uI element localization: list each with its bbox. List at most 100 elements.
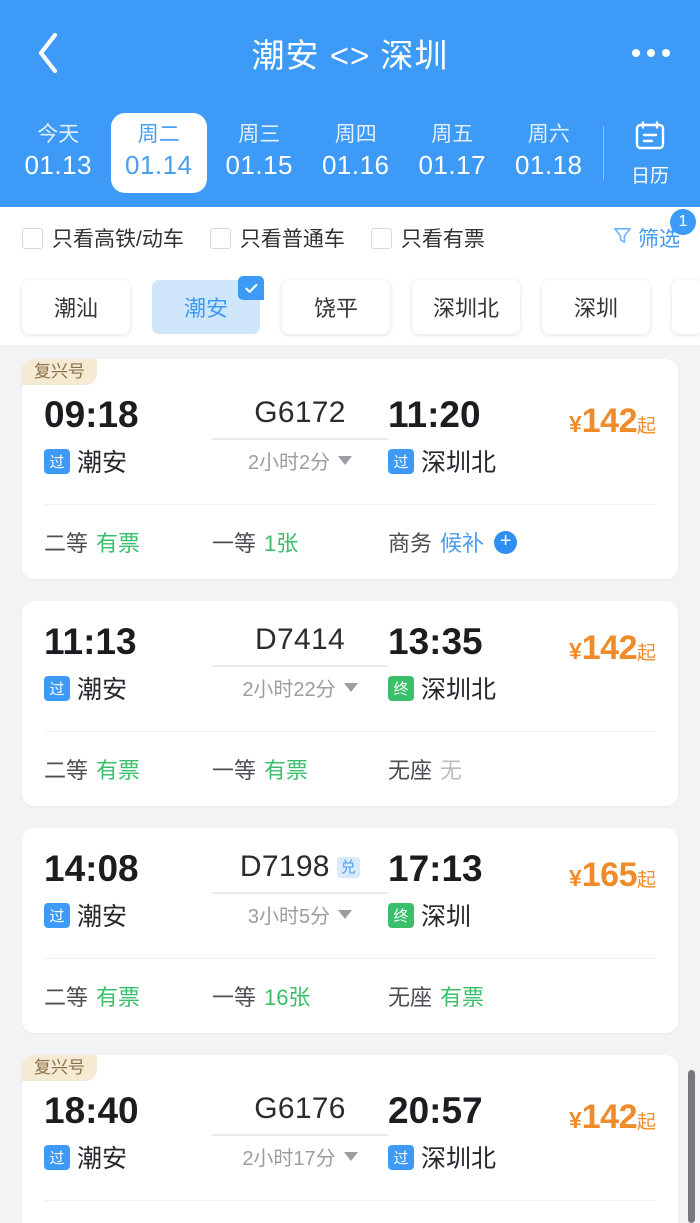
date-tab-0[interactable]: 今天 01.13	[10, 113, 107, 193]
arrival-station: 深圳	[421, 903, 472, 932]
calendar-icon	[633, 118, 667, 157]
price-suffix: 起	[636, 643, 656, 664]
duration-toggle[interactable]: 2小时22分	[242, 673, 358, 702]
checkbox-normal-train[interactable]: 只看普通车	[209, 223, 345, 253]
date-tab-3[interactable]: 周四 01.16	[308, 113, 405, 193]
train-card[interactable]: 复兴号 18:40 过 潮安 G6176 2小时17分 20:57 过 深圳北 …	[22, 1055, 678, 1223]
calendar-label: 日历	[630, 166, 669, 187]
seat-availability-row: 二等 有票 一等 16张 无座 有票	[22, 959, 678, 1033]
seat-class-2[interactable]: 无座 有票	[388, 980, 484, 1012]
station-chip-3[interactable]: 深圳北	[412, 280, 520, 334]
station-chip-label: 饶平	[313, 296, 358, 321]
date-tab-5[interactable]: 周六 01.18	[501, 113, 598, 193]
vertical-scrollbar[interactable]	[688, 1070, 695, 1223]
train-type-tag: 复兴号	[22, 359, 97, 385]
date-tab-4[interactable]: 周五 01.17	[404, 113, 501, 193]
checkbox-box-icon[interactable]	[22, 227, 43, 249]
seat-class-0[interactable]: 二等 有票	[44, 526, 212, 558]
seat-class-name: 一等	[212, 985, 257, 1010]
train-card[interactable]: 11:13 过 潮安 D7414 2小时22分 13:35 终 深圳北 ¥142…	[22, 601, 678, 806]
date-tab-1[interactable]: 周二 01.14	[110, 112, 207, 194]
checkbox-box-icon[interactable]	[370, 227, 392, 249]
station-chip-4[interactable]: 深圳	[542, 280, 650, 334]
departure-time: 14:08	[44, 848, 139, 889]
arrival-station-line: 过 深圳北	[388, 1139, 556, 1175]
duration-label: 2小时2分	[247, 452, 331, 474]
price-amount: 142	[581, 629, 638, 667]
seat-class-1[interactable]: 一等 1张	[212, 526, 388, 558]
seat-class-status: 16张	[264, 985, 311, 1010]
price-display: ¥142起	[569, 1098, 656, 1136]
train-number-wrap: D7198 兑	[240, 850, 361, 884]
add-waitlist-icon[interactable]: +	[494, 530, 518, 554]
seat-class-name: 二等	[44, 985, 89, 1010]
seat-class-0[interactable]: 二等 有票	[44, 980, 212, 1012]
station-type-badge: 过	[44, 675, 70, 701]
calendar-button[interactable]: 日历	[608, 118, 692, 188]
checkbox-high-speed[interactable]: 只看高铁/动车	[22, 223, 184, 253]
departure-column: 09:18 过 潮安	[44, 394, 212, 479]
date-tab-dow: 今天	[37, 122, 80, 146]
seat-class-name: 二等	[44, 531, 89, 556]
arrival-column: 13:35 终 深圳北	[388, 621, 556, 706]
departure-station: 潮安	[77, 449, 128, 478]
arrival-station-line: 过 深圳北	[388, 443, 556, 479]
seat-class-2[interactable]: 无座 无	[388, 753, 462, 785]
seat-class-name: 商务	[388, 531, 433, 556]
departure-station: 潮安	[77, 903, 128, 932]
seat-class-1[interactable]: 一等 16张	[212, 980, 388, 1012]
station-chip-2[interactable]: 饶平	[282, 280, 390, 334]
departure-time: 09:18	[44, 394, 139, 435]
seat-class-1[interactable]: 一等 有票	[212, 753, 388, 785]
station-chip-overflow[interactable]	[672, 280, 700, 334]
duration-label: 2小时22分	[242, 679, 336, 701]
duration-label: 3小时5分	[247, 906, 331, 928]
departure-station-line: 过 潮安	[44, 897, 212, 933]
date-tab-dow: 周六	[527, 122, 570, 146]
seat-class-name: 一等	[212, 758, 257, 783]
seat-class-status: 有票	[96, 531, 141, 556]
price-amount: 142	[581, 1098, 638, 1136]
departure-station-line: 过 潮安	[44, 670, 212, 706]
seat-class-status: 有票	[96, 758, 141, 783]
check-icon	[238, 276, 264, 300]
date-tab-dow: 周五	[431, 122, 474, 146]
ellipsis-icon[interactable]	[626, 39, 676, 67]
currency-symbol: ¥	[568, 865, 582, 891]
train-number-column: D7414 2小时22分	[212, 621, 388, 702]
station-chip-row[interactable]: 潮汕 潮安 饶平 深圳北 深圳	[0, 269, 700, 345]
departure-time: 18:40	[44, 1090, 139, 1131]
filter-badge: 1	[670, 209, 696, 235]
seat-class-name: 一等	[212, 531, 257, 556]
date-tab-2[interactable]: 周三 01.15	[211, 113, 308, 193]
chevron-down-icon	[338, 456, 353, 465]
filter-bar: 只看高铁/动车 只看普通车 只看有票 筛选 1	[0, 207, 700, 269]
duration-toggle[interactable]: 2小时2分	[247, 446, 353, 475]
train-number-column: G6172 2小时2分	[212, 394, 388, 475]
app-header: 潮安 <> 深圳 今天 01.13 周二 01.14 周三 01.15 周四 0…	[0, 0, 700, 207]
station-chip-1[interactable]: 潮安	[152, 276, 264, 334]
train-card[interactable]: 复兴号 09:18 过 潮安 G6172 2小时2分 11:20 过 深圳北 ¥…	[22, 359, 678, 579]
arrival-column: 17:13 终 深圳	[388, 848, 556, 933]
train-card[interactable]: 14:08 过 潮安 D7198 兑 3小时5分 17:13 终 深圳 ¥165…	[22, 828, 678, 1033]
train-search-results-screen: 潮安 <> 深圳 今天 01.13 周二 01.14 周三 01.15 周四 0…	[0, 0, 700, 1223]
back-icon[interactable]	[26, 29, 70, 77]
exchange-badge: 兑	[336, 856, 361, 878]
price-suffix: 起	[636, 416, 656, 437]
duration-toggle[interactable]: 3小时5分	[247, 900, 353, 929]
filter-button[interactable]: 筛选 1	[612, 209, 696, 253]
date-selector-strip: 今天 01.13 周二 01.14 周三 01.15 周四 01.16 周五 0…	[0, 105, 700, 201]
checkbox-box-icon[interactable]	[209, 227, 231, 249]
station-chip-0[interactable]: 潮汕	[22, 280, 130, 334]
date-tabs: 今天 01.13 周二 01.14 周三 01.15 周四 01.16 周五 0…	[10, 112, 598, 194]
departure-station-line: 过 潮安	[44, 443, 212, 479]
seat-class-2[interactable]: 商务 候补 +	[388, 526, 518, 558]
duration-toggle[interactable]: 2小时17分	[242, 1142, 358, 1171]
date-tab-date: 01.14	[124, 149, 193, 180]
seat-availability-row: 二等 有票 一等 有票 无座 无	[22, 732, 678, 806]
arrival-station-line: 终 深圳	[388, 897, 556, 933]
arrival-station: 深圳北	[421, 449, 497, 478]
checkbox-has-tickets[interactable]: 只看有票	[370, 223, 485, 253]
seat-class-0[interactable]: 二等 有票	[44, 753, 212, 785]
price-amount: 142	[581, 402, 638, 440]
